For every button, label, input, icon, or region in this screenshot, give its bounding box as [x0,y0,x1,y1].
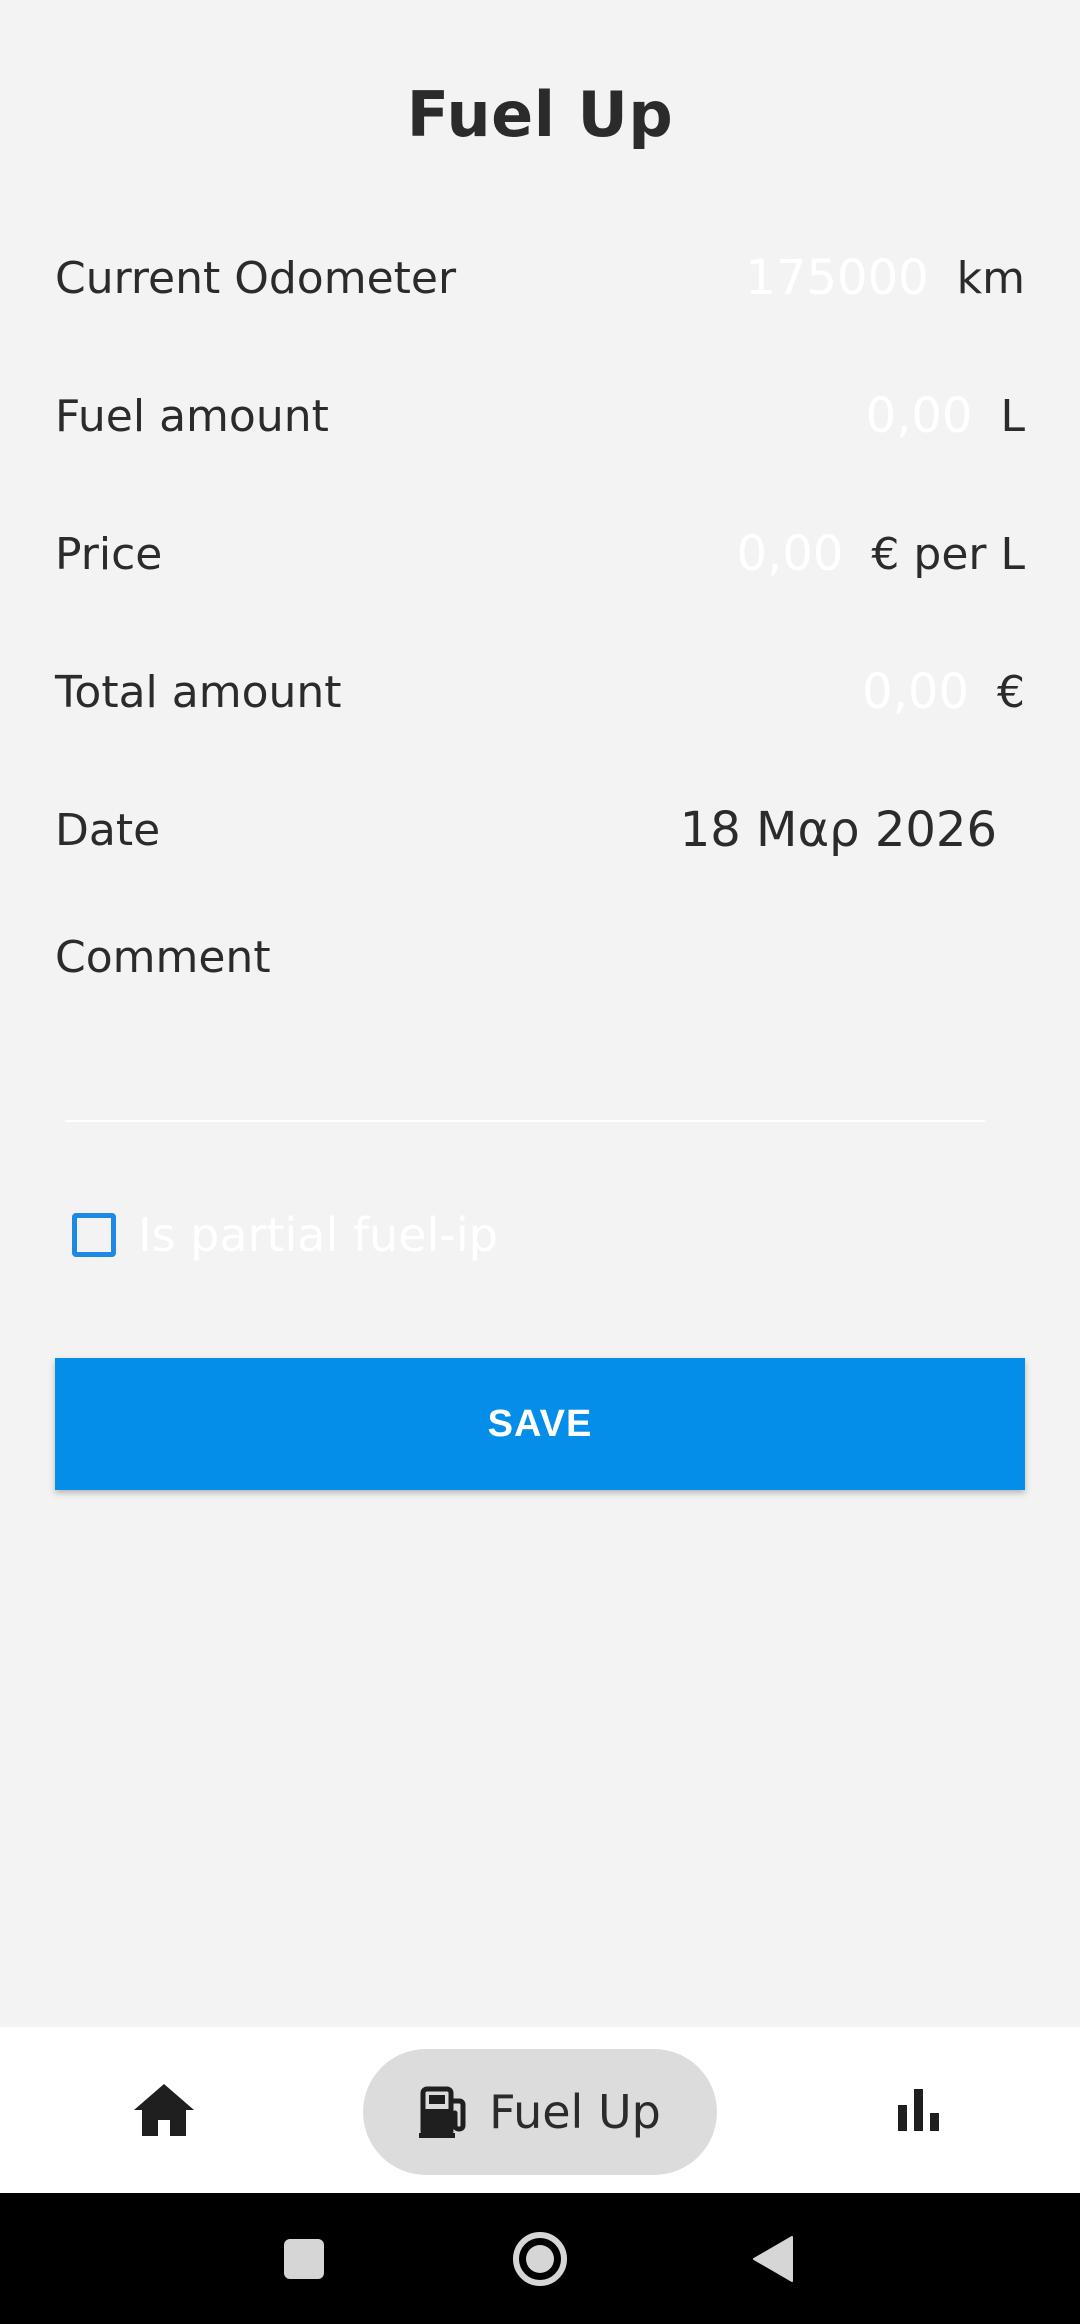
back-triangle-icon [753,2236,793,2282]
bottom-navigation: Fuel Up [0,2027,1080,2193]
partial-fuelup-checkbox-row[interactable]: Is partial fuel-ip [72,1208,498,1262]
fuel-up-screen: Fuel Up Current Odometer km Fuel amount … [0,0,1080,2324]
fuel-amount-row: Fuel amount L [55,376,1025,456]
total-amount-unit: € [997,666,1025,718]
odometer-row: Current Odometer km [55,238,1025,318]
nav-statistics-button[interactable] [896,2087,940,2131]
date-label: Date [55,804,161,856]
fuel-amount-label: Fuel amount [55,390,329,442]
partial-fuelup-checkbox[interactable] [72,1213,116,1257]
home-icon [134,2084,194,2136]
price-value-group: € per L [643,526,1025,582]
odometer-unit: km [956,252,1025,304]
nav-home-button[interactable] [132,2082,196,2138]
price-unit: € per L [871,528,1025,580]
page-title: Fuel Up [406,78,674,151]
recents-square-icon [284,2239,324,2279]
total-amount-row: Total amount € [55,652,1025,732]
save-button[interactable]: SAVE [55,1358,1025,1490]
system-home-button[interactable] [511,2230,569,2288]
total-amount-input[interactable] [769,664,969,720]
fuel-amount-value-group: L [772,388,1025,444]
comment-label: Comment [55,932,271,983]
system-navigation-bar [0,2193,1080,2324]
odometer-label: Current Odometer [55,252,457,304]
price-label: Price [55,528,163,580]
partial-fuelup-label: Is partial fuel-ip [138,1208,498,1262]
system-back-button[interactable] [752,2235,794,2283]
nav-fuel-up-label: Fuel Up [489,2085,661,2139]
total-amount-value-group: € [769,664,1025,720]
comment-input[interactable] [65,1010,985,1122]
fuel-amount-input[interactable] [772,388,973,444]
total-amount-label: Total amount [55,666,342,718]
price-input[interactable] [643,526,844,582]
home-circle-icon [513,2232,567,2286]
fuel-amount-unit: L [1000,390,1025,442]
recents-button[interactable] [283,2238,325,2280]
fuel-pump-icon [419,2086,466,2138]
odometer-value-group: km [668,250,1025,306]
nav-fuel-up-button[interactable]: Fuel Up [363,2049,717,2175]
date-value[interactable]: 18 Μαρ 2026 [680,802,997,858]
date-row[interactable]: Date 18 Μαρ 2026 [55,790,1025,870]
bar-chart-icon [898,2089,939,2131]
price-row: Price € per L [55,514,1025,594]
odometer-input[interactable] [668,250,929,306]
